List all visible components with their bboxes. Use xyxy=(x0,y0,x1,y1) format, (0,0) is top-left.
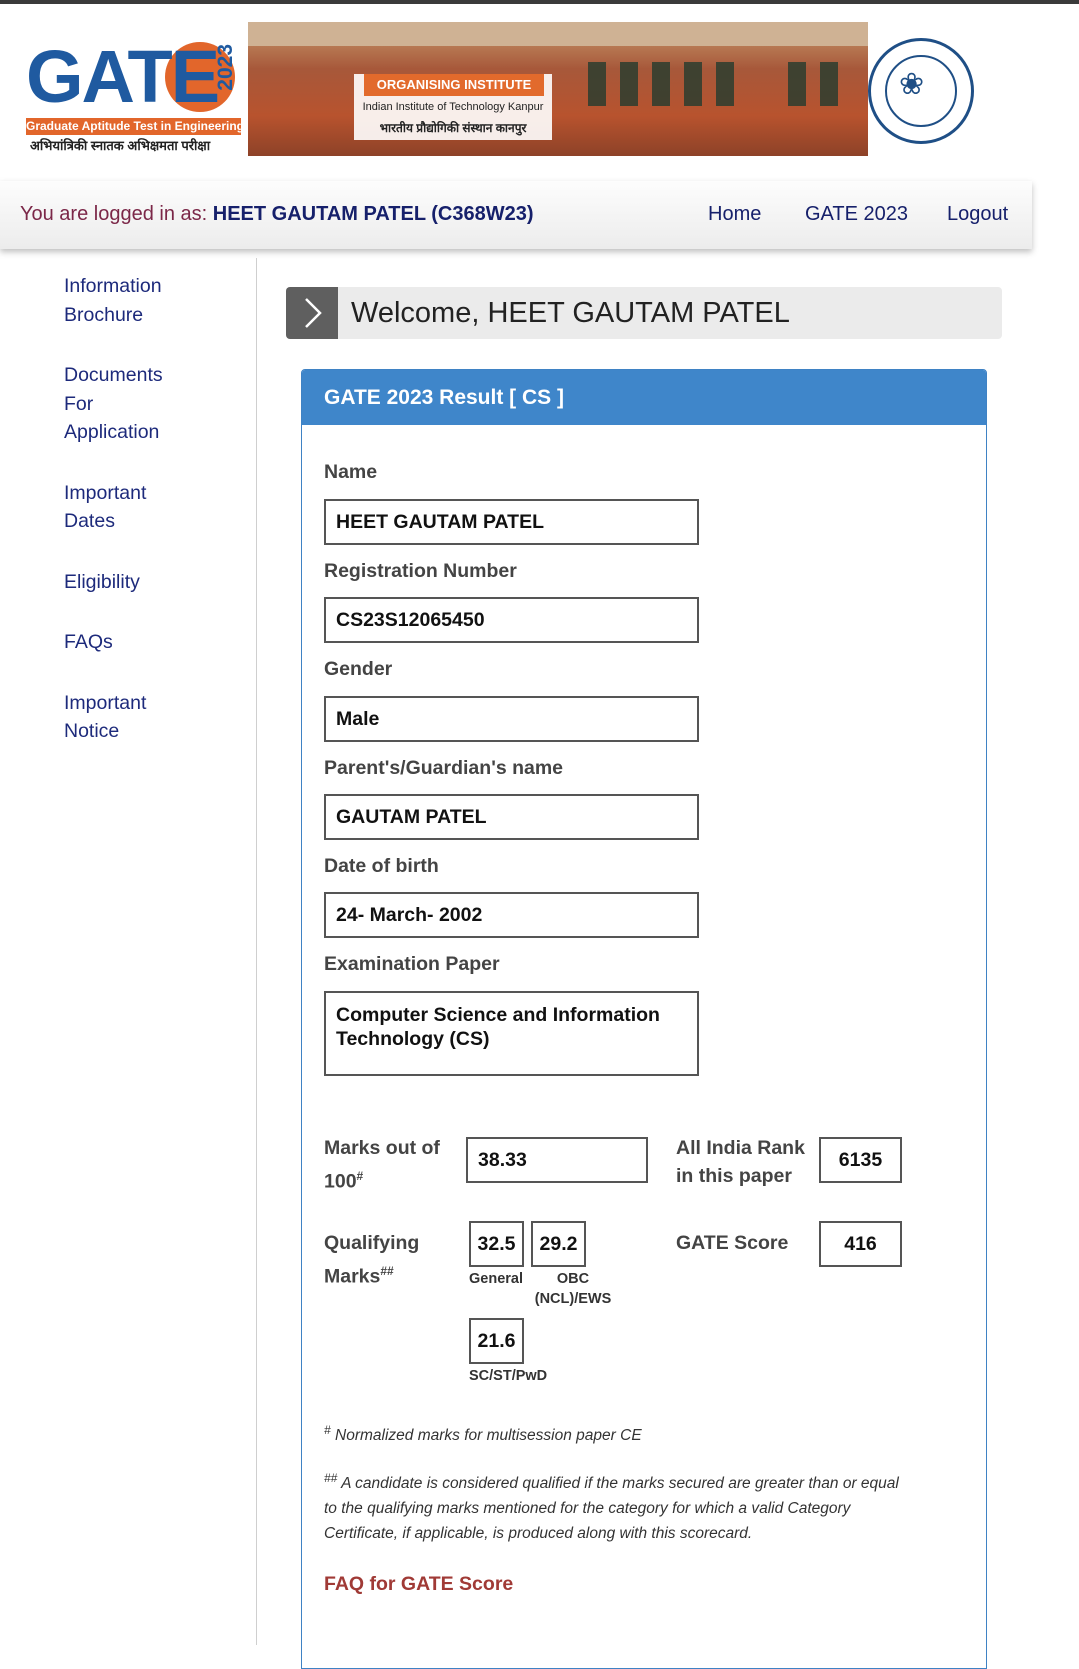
logo-word: GATE xyxy=(26,35,220,118)
sidebar-divider xyxy=(256,258,257,1645)
welcome-bar: Welcome, HEET GAUTAM PATEL xyxy=(286,287,1002,339)
nav-bar: You are logged in as: HEET GAUTAM PATEL … xyxy=(0,181,1032,249)
sidebar-item-important-dates[interactable]: Important Dates xyxy=(64,479,174,536)
name-field: HEET GAUTAM PATEL xyxy=(324,499,699,545)
nav-home-link[interactable]: Home xyxy=(708,203,761,226)
qualifying-general-value: 32.5 xyxy=(469,1221,524,1267)
rank-label: All India Rank in this paper xyxy=(676,1137,805,1187)
logo-year: 2023 xyxy=(214,44,237,91)
organising-name-hi: भारतीय प्रौद्योगिकी संस्थान कानपुर xyxy=(379,121,527,135)
organising-name-en: Indian Institute of Technology Kanpur xyxy=(362,101,544,113)
qualifying-marks-label: Qualifying Marks## xyxy=(324,1232,420,1288)
result-panel-header: GATE 2023 Result [ CS ] xyxy=(302,370,986,425)
marks-label: Marks out of 100# xyxy=(324,1137,440,1193)
gender-label: Gender xyxy=(324,658,393,680)
name-label: Name xyxy=(324,461,378,483)
result-title: GATE 2023 Result [ CS ] xyxy=(324,386,565,409)
guardian-name-field: GAUTAM PATEL xyxy=(324,794,699,840)
qualifying-general-caption: General xyxy=(469,1271,523,1287)
institute-building-image: ORGANISING INSTITUTE Indian Institute of… xyxy=(248,22,868,156)
registration-number-label: Registration Number xyxy=(324,560,517,582)
gate-score-label: GATE Score xyxy=(676,1232,789,1254)
chevron-right-icon xyxy=(286,287,338,339)
logged-in-label: You are logged in as: xyxy=(20,203,208,225)
footnote-normalized: # Normalized marks for multisession pape… xyxy=(324,1423,642,1445)
logo-hindi-tagline: अभियांत्रिकी स्नातक अभिक्षमता परीक्षा xyxy=(30,138,211,153)
sidebar-item-faqs[interactable]: FAQs xyxy=(64,628,234,657)
logged-in-user: HEET GAUTAM PATEL (C368W23) xyxy=(212,203,534,225)
gender-field: Male xyxy=(324,696,699,742)
sidebar-item-important-notice[interactable]: Important Notice xyxy=(64,689,174,746)
qualifying-obc-value: 29.2 xyxy=(531,1221,586,1267)
qualifying-sc-value: 21.6 xyxy=(469,1318,524,1364)
sidebar-item-documents-for-application[interactable]: Documents For Application xyxy=(64,361,174,447)
guardian-name-label: Parent's/Guardian's name xyxy=(324,757,564,779)
sidebar-item-eligibility[interactable]: Eligibility xyxy=(64,568,234,597)
rank-value: 6135 xyxy=(819,1137,902,1183)
date-of-birth-label: Date of birth xyxy=(324,855,439,877)
nav-logout-link[interactable]: Logout xyxy=(947,203,1008,226)
qualifying-footnote-mark: ## xyxy=(380,1264,394,1278)
gate-score-value: 416 xyxy=(819,1221,902,1267)
organising-title: ORGANISING INSTITUTE xyxy=(364,74,544,96)
qualifying-obc-caption: OBC (NCL)/EWS xyxy=(534,1271,612,1307)
logo-tagline: Graduate Aptitude Test in Engineering xyxy=(26,118,241,135)
examination-paper-label: Examination Paper xyxy=(324,953,500,975)
welcome-heading: Welcome, HEET GAUTAM PATEL xyxy=(351,297,790,329)
header-banner: GATE 2023 Graduate Aptitude Test in Engi… xyxy=(0,4,1030,156)
nav-gate2023-link[interactable]: GATE 2023 xyxy=(805,203,908,226)
sidebar: Information Brochure Documents For Appli… xyxy=(64,272,234,778)
registration-number-field: CS23S12065450 xyxy=(324,597,699,643)
marks-footnote-mark: # xyxy=(356,1169,364,1183)
logged-in-status: You are logged in as: HEET GAUTAM PATEL … xyxy=(20,203,534,226)
marks-value: 38.33 xyxy=(466,1137,648,1183)
date-of-birth-field: 24- March- 2002 xyxy=(324,892,699,938)
examination-paper-field: Computer Science and Information Technol… xyxy=(324,991,699,1076)
faq-gate-score-link[interactable]: FAQ for GATE Score xyxy=(324,1573,513,1596)
footnote-qualified: ## A candidate is considered qualified i… xyxy=(324,1471,899,1543)
sidebar-item-information-brochure[interactable]: Information Brochure xyxy=(64,272,234,329)
gate-logo[interactable]: GATE 2023 Graduate Aptitude Test in Engi… xyxy=(22,32,247,156)
iit-kanpur-seal-icon: ❀ xyxy=(868,38,974,144)
qualifying-sc-caption: SC/ST/PwD xyxy=(469,1368,548,1384)
result-panel: GATE 2023 Result [ CS ] Name HEET GAUTAM… xyxy=(301,369,987,1669)
